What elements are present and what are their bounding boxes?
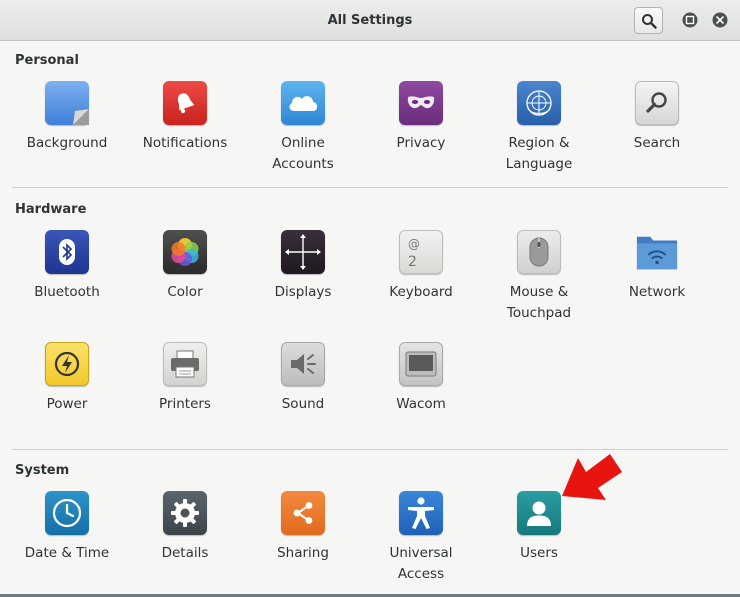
mask-icon (399, 81, 443, 125)
section-title-system: System (15, 463, 70, 478)
close-icon (712, 12, 728, 28)
panel-privacy[interactable]: Privacy (362, 81, 480, 154)
maximize-icon (682, 12, 698, 28)
bluetooth-icon (45, 230, 89, 274)
panel-sharing[interactable]: Sharing (244, 491, 362, 564)
cloud-icon (281, 81, 325, 125)
panel-label: Mouse & Touchpad (506, 284, 572, 321)
panel-bluetooth[interactable]: Bluetooth (8, 230, 126, 303)
panel-universal-access[interactable]: Universal Access (362, 491, 480, 585)
panel-label: Keyboard (389, 284, 453, 300)
panel-search[interactable]: Search (598, 81, 716, 154)
globe-icon (517, 81, 561, 125)
panel-label: Background (26, 135, 108, 151)
panel-details[interactable]: Details (126, 491, 244, 564)
svg-text:2: 2 (408, 254, 417, 270)
panel-sound[interactable]: Sound (244, 342, 362, 415)
panel-region-language[interactable]: Region & Language (480, 81, 598, 175)
panel-keyboard[interactable]: @ 2 Keyboard (362, 230, 480, 303)
header-bar: All Settings (0, 0, 740, 41)
bell-icon (163, 81, 207, 125)
panel-date-time[interactable]: Date & Time (8, 491, 126, 564)
close-button[interactable] (711, 11, 729, 29)
search-button[interactable] (634, 7, 663, 34)
panel-label: Date & Time (24, 545, 110, 561)
panel-displays[interactable]: Displays (244, 230, 362, 303)
user-icon (517, 491, 561, 535)
svg-text:@: @ (408, 237, 420, 251)
panel-power[interactable]: Power (8, 342, 126, 415)
panel-color[interactable]: Color (126, 230, 244, 303)
panel-label: Bluetooth (34, 284, 100, 300)
window-title: All Settings (327, 13, 413, 28)
keyboard-key-icon: @ 2 (399, 230, 443, 274)
section-title-personal: Personal (15, 53, 79, 68)
magnifier-icon (635, 81, 679, 125)
panel-notifications[interactable]: Notifications (126, 81, 244, 154)
panel-label: Privacy (396, 135, 446, 151)
section-title-hardware: Hardware (15, 202, 87, 217)
panel-label: Sound (281, 396, 325, 412)
color-wheel-icon (163, 230, 207, 274)
share-icon (281, 491, 325, 535)
maximize-button[interactable] (681, 11, 699, 29)
clock-icon (45, 491, 89, 535)
panel-label: Printers (159, 396, 211, 412)
panel-label: Color (167, 284, 203, 300)
panel-wacom[interactable]: Wacom (362, 342, 480, 415)
panel-printers[interactable]: Printers (126, 342, 244, 415)
panel-label: Wacom (396, 396, 446, 412)
panel-label: Universal Access (389, 545, 453, 582)
panel-label: Power (46, 396, 88, 412)
panel-label: Details (161, 545, 209, 561)
background-icon (45, 81, 89, 125)
panel-label: Network (628, 284, 686, 300)
tablet-icon (399, 342, 443, 386)
search-icon (641, 13, 657, 29)
gear-icon (163, 491, 207, 535)
displays-icon (281, 230, 325, 274)
panel-mouse-touchpad[interactable]: Mouse & Touchpad (480, 230, 598, 324)
panel-label: Region & Language (505, 135, 573, 172)
mouse-icon (517, 230, 561, 274)
panel-label: Notifications (142, 135, 228, 151)
panel-label: Search (633, 135, 681, 151)
panel-label: Sharing (277, 545, 329, 561)
panel-background[interactable]: Background (8, 81, 126, 154)
panel-label: Online Accounts (272, 135, 334, 172)
panel-label: Users (520, 545, 558, 561)
panel-network[interactable]: Network (598, 230, 716, 303)
power-icon (45, 342, 89, 386)
section-divider (12, 187, 728, 188)
speaker-icon (281, 342, 325, 386)
printer-icon (163, 342, 207, 386)
network-folder-icon (635, 230, 679, 274)
panel-label: Displays (274, 284, 332, 300)
red-arrow-icon (562, 454, 622, 500)
accessibility-icon (399, 491, 443, 535)
panel-online-accounts[interactable]: Online Accounts (244, 81, 362, 175)
